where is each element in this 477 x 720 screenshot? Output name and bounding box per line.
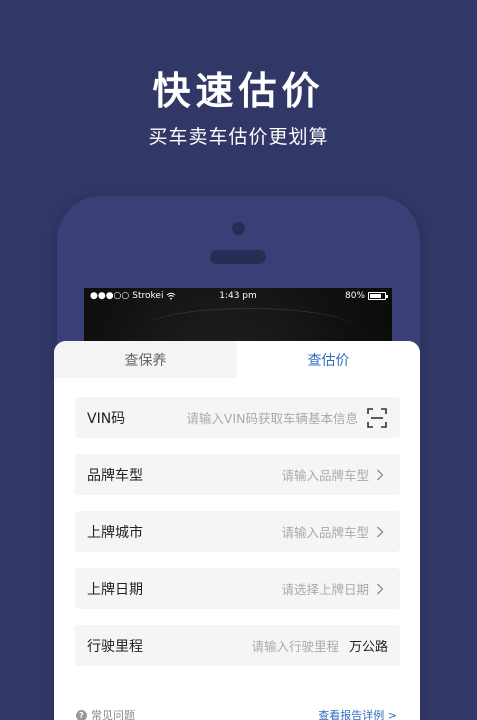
mileage-input[interactable]: 请输入行驶里程 [251,636,339,655]
brand-model-row[interactable]: 品牌车型 请输入品牌车型 [75,454,400,495]
mileage-label: 行驶里程 [87,638,143,655]
phone-camera [232,222,245,235]
plate-date-row[interactable]: 上牌日期 请选择上牌日期 [75,568,400,609]
wifi-icon [167,292,176,300]
report-example-link[interactable]: 查看报告详例 > [318,707,397,720]
vin-input[interactable]: 请输入VIN码获取车辆基本信息 [186,408,358,427]
faq-label: 常见问题 [91,709,135,720]
carrier-label: Strokei [132,291,164,301]
status-bar: ●●●○○ Strokei 1:43 pm 80% [84,288,392,304]
mileage-row[interactable]: 行驶里程 请输入行驶里程 万公路 [75,625,400,666]
question-circle-icon: ? [76,709,87,720]
scan-icon[interactable] [366,407,388,429]
plate-date-input[interactable]: 请选择上牌日期 [281,579,369,598]
chevron-right-icon [372,467,388,483]
battery-label: 80% [345,291,366,301]
status-right: 80% [287,291,389,301]
hero-subtitle: 买车卖车估价更划算 [148,126,329,148]
status-time: 1:43 pm [219,291,257,301]
vin-label: VIN码 [87,410,126,427]
phone-speaker [210,250,266,264]
vin-row[interactable]: VIN码 请输入VIN码获取车辆基本信息 [75,397,400,438]
battery-icon [368,292,389,300]
tab-maintenance[interactable]: 查保养 [54,341,237,378]
status-left: ●●●○○ Strokei [90,291,189,301]
plate-date-label: 上牌日期 [87,581,143,598]
brand-model-label: 品牌车型 [87,467,143,484]
hero-title: 快速估价 [152,69,325,113]
tab-bar: 查保养 查估价 [54,341,420,378]
estimate-card: 查保养 查估价 VIN码 请输入VIN码获取车辆基本信息 品牌车型 请输入品牌车… [54,341,420,720]
brand-model-input[interactable]: 请输入品牌车型 [281,465,369,484]
signal-icon: ●●●○○ [90,291,130,301]
plate-city-input[interactable]: 请输入品牌车型 [281,522,369,541]
battery-fill [370,294,382,298]
chevron-right-icon [372,524,388,540]
page: 快速估价 买车卖车估价更划算 ●●●○○ Strokei 1:43 pm 80% [0,0,477,720]
faq-link[interactable]: ? 常见问题 [76,707,318,720]
mileage-unit: 万公路 [348,640,388,655]
chevron-right-icon [372,581,388,597]
tab-valuation[interactable]: 查估价 [237,341,420,378]
plate-city-label: 上牌城市 [87,524,143,541]
plate-city-row[interactable]: 上牌城市 请输入品牌车型 [75,511,400,552]
card-footer: ? 常见问题 查看报告详例 > [76,707,397,720]
